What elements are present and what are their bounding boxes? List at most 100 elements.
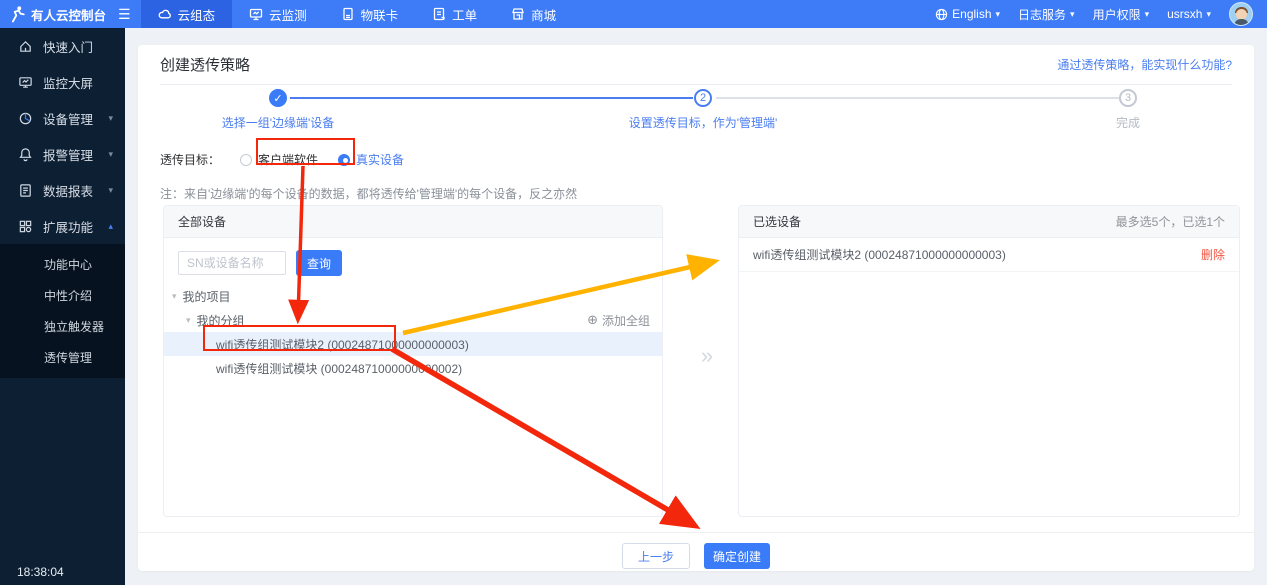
add-group-label: 添加全组	[602, 312, 650, 329]
page-title: 创建透传策略	[160, 54, 250, 75]
sidebar-subitem-function-center[interactable]: 功能中心	[0, 249, 125, 280]
sidebar-item-quick-start[interactable]: 快速入门	[0, 28, 125, 64]
help-link[interactable]: 通过透传策略，能实现什么功能?	[1057, 56, 1232, 73]
cloud-icon	[158, 7, 172, 21]
caret-down-icon: ▾	[172, 291, 177, 302]
sidebar-item-alarm-management[interactable]: 报警管理 ▾	[0, 136, 125, 172]
tab-mall[interactable]: 商城	[494, 0, 573, 28]
step-2-label: 设置透传目标，作为'管理端'	[593, 114, 813, 131]
user-rights-label: 用户权限	[1093, 6, 1141, 23]
step-connector-2	[716, 97, 1119, 99]
user-rights-menu[interactable]: 用户权限 ▾	[1093, 6, 1150, 23]
selected-device-name: wifi透传组测试模块2 (00024871000000000003)	[753, 246, 1006, 263]
add-whole-group-link[interactable]: ⊕ 添加全组	[587, 312, 650, 329]
sidebar-subitem-passthrough-management[interactable]: 透传管理	[0, 342, 125, 373]
sidebar-item-label: 报警管理	[43, 145, 108, 164]
document-icon	[432, 7, 446, 21]
transfer-right-icon: »	[687, 343, 727, 369]
passthrough-target-row: 透传目标： 客户端软件 真实设备	[160, 151, 404, 168]
sidebar-item-label: 监控大屏	[43, 73, 113, 92]
tab-cloud-monitor[interactable]: 云监测	[232, 0, 324, 28]
panel-title: 全部设备	[178, 213, 226, 230]
chevron-down-icon: ▾	[996, 9, 1001, 20]
primary-nav: 云组态 云监测 物联卡 工单 商城	[141, 0, 574, 28]
tab-label: 云组态	[178, 5, 216, 24]
sidebar-item-data-reports[interactable]: 数据报表 ▾	[0, 172, 125, 208]
bell-icon	[18, 147, 33, 162]
hamburger-menu-icon[interactable]: ☰	[112, 0, 141, 28]
device-row[interactable]: wifi透传组测试模块2 (00024871000000000003)	[164, 332, 662, 356]
all-devices-panel: 全部设备 查询 ▾ 我的项目 ▾ 我的分组 ⊕ 添加全组	[163, 205, 663, 517]
search-input[interactable]	[178, 251, 286, 275]
tree-node-group[interactable]: ▾ 我的分组 ⊕ 添加全组	[164, 308, 662, 332]
sidebar-subitem-independent-trigger[interactable]: 独立触发器	[0, 311, 125, 342]
sidebar-item-extended-functions[interactable]: 扩展功能 ▴	[0, 208, 125, 244]
confirm-create-button[interactable]: 确定创建	[704, 543, 770, 569]
check-icon: ✓	[273, 92, 282, 105]
previous-step-button[interactable]: 上一步	[622, 543, 690, 569]
create-policy-card: 创建透传策略 通过透传策略，能实现什么功能? ✓ 2 3 选择一组'边缘端'设备…	[138, 45, 1254, 571]
selected-device-row: wifi透传组测试模块2 (00024871000000000003) 删除	[739, 238, 1239, 272]
search-row: 查询	[178, 250, 648, 276]
stepper: ✓ 2 3 选择一组'边缘端'设备 设置透传目标，作为'管理端' 完成	[138, 89, 1254, 147]
step-3-circle: 3	[1119, 89, 1137, 107]
tree-node-project[interactable]: ▾ 我的项目	[164, 284, 662, 308]
pie-chart-icon	[18, 111, 33, 126]
chevron-up-icon: ▴	[108, 221, 113, 232]
card-header: 创建透传策略 通过透传策略，能实现什么功能?	[160, 45, 1232, 85]
tab-cloud-config[interactable]: 云组态	[141, 0, 233, 28]
user-menu[interactable]: usrsxh ▾	[1167, 7, 1211, 21]
sidebar-item-device-management[interactable]: 设备管理 ▾	[0, 100, 125, 136]
caret-down-icon: ▾	[186, 315, 191, 326]
radio-unchecked-icon	[240, 154, 252, 166]
footer-buttons: 上一步 确定创建	[138, 543, 1254, 569]
sidebar-subitem-neutral-intro[interactable]: 中性介绍	[0, 280, 125, 311]
home-icon	[18, 39, 33, 54]
sidebar-item-label: 数据报表	[43, 181, 108, 200]
step-1-label: 选择一组'边缘端'设备	[168, 114, 388, 131]
radio-checked-icon	[338, 154, 350, 166]
grid-icon	[18, 219, 33, 234]
username-label: usrsxh	[1167, 7, 1202, 21]
avatar-body	[1234, 19, 1249, 26]
sidebar-item-monitor-screen[interactable]: 监控大屏	[0, 64, 125, 100]
radio-label: 客户端软件	[258, 151, 318, 168]
language-menu[interactable]: English ▾	[935, 7, 1000, 21]
chevron-down-icon: ▾	[1070, 9, 1075, 20]
panel-title: 已选设备	[753, 213, 801, 230]
radio-real-device[interactable]: 真实设备	[338, 151, 404, 168]
device-row[interactable]: wifi透传组测试模块 (00024871000000000002)	[164, 356, 662, 380]
selected-devices-header: 已选设备 最多选5个，已选1个	[739, 206, 1239, 238]
footer-divider	[138, 532, 1254, 533]
radio-client-software[interactable]: 客户端软件	[240, 151, 318, 168]
tab-label: 物联卡	[361, 5, 399, 24]
chevron-down-icon: ▾	[108, 149, 113, 160]
sidebar-submenu: 功能中心 中性介绍 独立触发器 透传管理	[0, 244, 125, 378]
target-label: 透传目标：	[160, 151, 220, 168]
selected-devices-panel: 已选设备 最多选5个，已选1个 wifi透传组测试模块2 (0002487100…	[738, 205, 1240, 517]
clock-timestamp: 18:38:04	[17, 565, 64, 579]
language-label: English	[952, 7, 991, 21]
all-devices-header: 全部设备	[164, 206, 662, 238]
storefront-icon	[511, 7, 525, 21]
selection-limit-text: 最多选5个，已选1个	[1116, 213, 1225, 230]
step-connector-1	[290, 97, 693, 99]
sidebar: 快速入门 监控大屏 设备管理 ▾ 报警管理 ▾ 数据报表 ▾ 扩展功能 ▴	[0, 28, 125, 585]
log-service-menu[interactable]: 日志服务 ▾	[1018, 6, 1075, 23]
usr-logo-icon	[8, 5, 26, 23]
log-service-label: 日志服务	[1018, 6, 1066, 23]
tree-node-label: 我的项目	[183, 288, 231, 305]
delete-link[interactable]: 删除	[1201, 246, 1225, 263]
sidebar-item-label: 快速入门	[43, 37, 113, 56]
avatar[interactable]	[1229, 2, 1253, 26]
chevron-down-icon: ▾	[1206, 9, 1211, 20]
tab-work-order[interactable]: 工单	[415, 0, 494, 28]
monitor-icon	[249, 7, 263, 21]
search-button[interactable]: 查询	[296, 250, 342, 276]
report-icon	[18, 183, 33, 198]
globe-icon	[935, 8, 948, 21]
brand: 有人云控制台	[0, 0, 112, 28]
step-2-circle: 2	[694, 89, 712, 107]
tab-iot-card[interactable]: 物联卡	[324, 0, 416, 28]
radio-label: 真实设备	[356, 151, 404, 168]
